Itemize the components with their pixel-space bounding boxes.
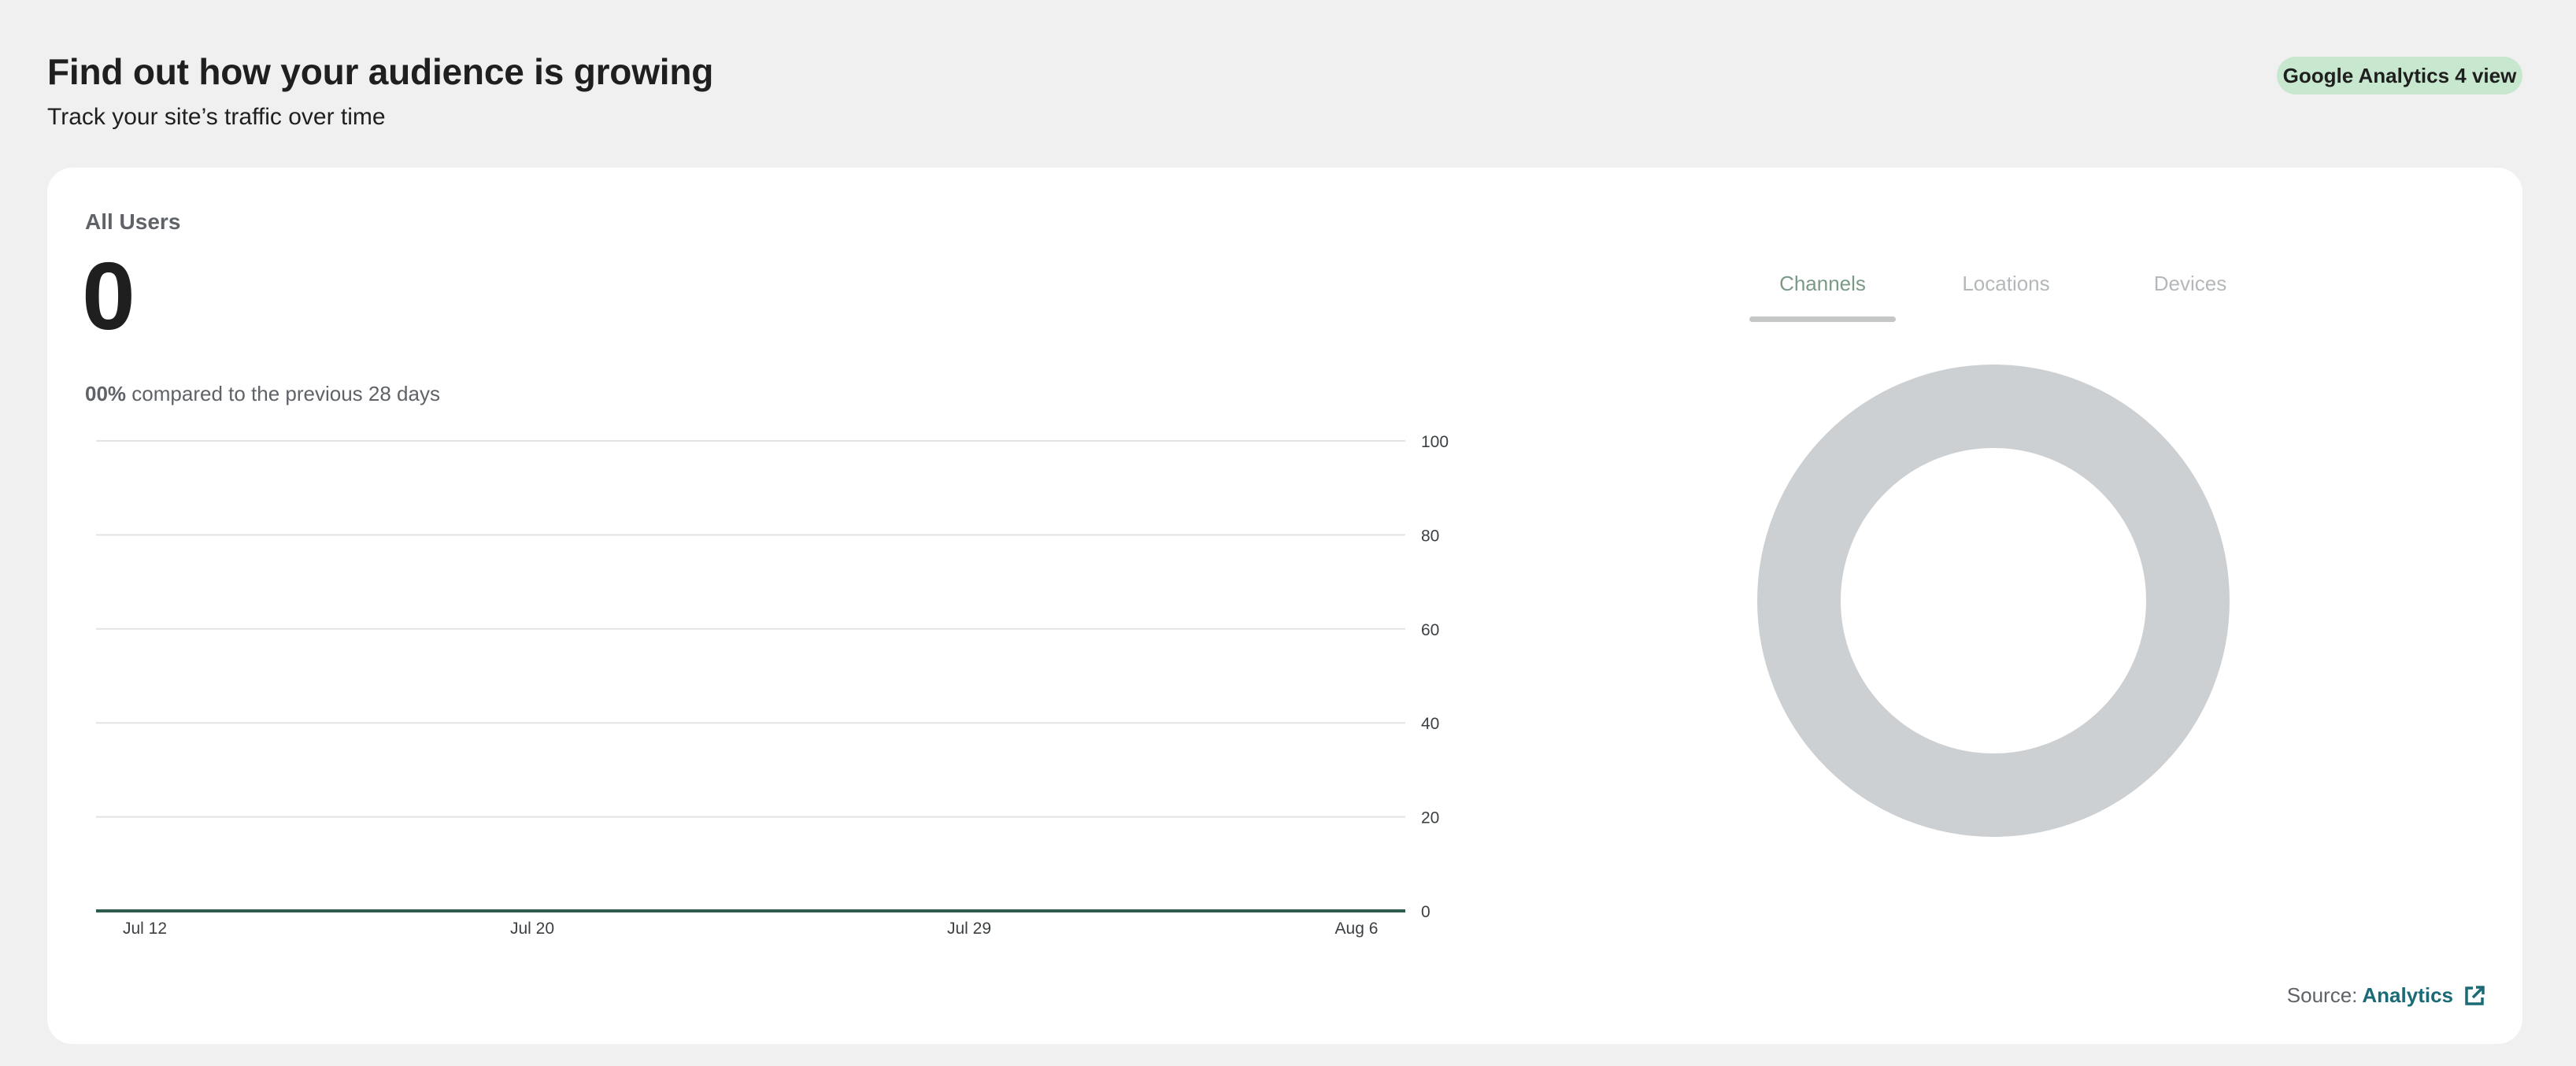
tab-locations-label: Locations — [1962, 272, 2050, 295]
tab-devices[interactable]: Devices — [2143, 272, 2237, 319]
data-source: Source: Analytics — [2287, 983, 2486, 1008]
users-line-chart: 0 20 40 60 80 100 Jul 12 Jul 20 Jul 29 Aug 6 — [96, 433, 1449, 938]
active-tab-indicator — [1749, 316, 1896, 322]
page-title: Find out how your audience is growing — [47, 51, 714, 92]
page-subtitle: Track your site’s traffic over time — [47, 104, 386, 130]
y-tick-label: 0 — [1421, 903, 1430, 921]
x-tick-label: Jul 29 — [947, 920, 991, 938]
y-tick-label: 80 — [1421, 527, 1439, 545]
y-tick-label: 20 — [1421, 809, 1439, 827]
tab-channels-label: Channels — [1779, 272, 1866, 295]
breakdown-tabs: Channels Locations Devices — [1749, 272, 2300, 328]
y-tick-label: 100 — [1421, 433, 1449, 451]
ga4-view-badge: Google Analytics 4 view — [2277, 57, 2522, 94]
analytics-link[interactable]: Analytics — [2362, 983, 2453, 1008]
y-tick-label: 40 — [1421, 715, 1439, 733]
source-prefix: Source: — [2286, 983, 2358, 1007]
tab-channels[interactable]: Channels — [1749, 272, 1896, 319]
external-link-icon[interactable] — [2463, 984, 2486, 1008]
x-tick-label: Jul 12 — [123, 920, 167, 938]
x-tick-label: Jul 20 — [510, 920, 554, 938]
donut-empty-ring — [1757, 365, 2230, 837]
channels-donut-chart — [1757, 365, 2230, 837]
y-tick-label: 60 — [1421, 621, 1439, 639]
audience-card: All Users 0 00% compared to the previous… — [47, 168, 2522, 1044]
tab-locations[interactable]: Locations — [1959, 272, 2053, 319]
tab-devices-label: Devices — [2153, 272, 2227, 295]
x-tick-label: Aug 6 — [1335, 920, 1379, 938]
page-header: Find out how your audience is growing Tr… — [47, 50, 713, 131]
